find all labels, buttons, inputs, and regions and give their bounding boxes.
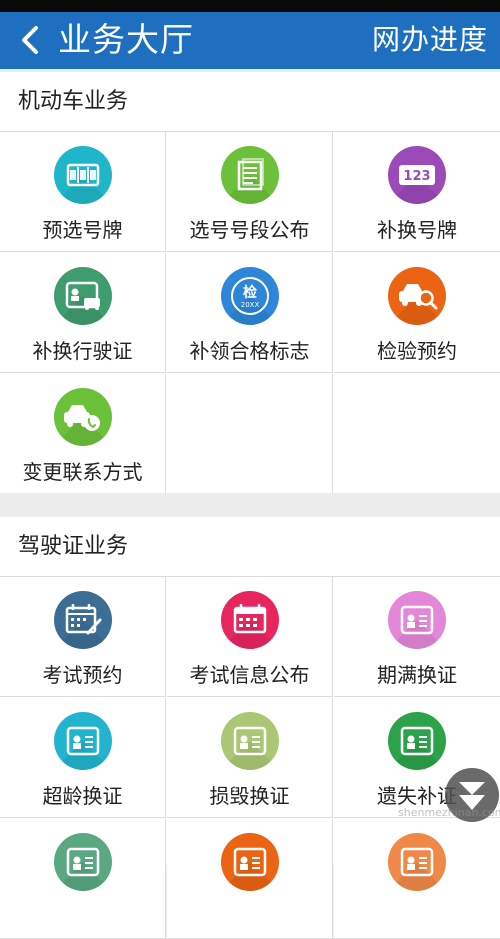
service-label: 选号号段公布 xyxy=(189,218,310,242)
section-title: 机动车业务 xyxy=(0,72,500,132)
service-tile[interactable]: 123 补换号牌 xyxy=(334,132,500,252)
page-title: 业务大厅 xyxy=(58,20,194,59)
service-tile[interactable] xyxy=(167,819,333,939)
service-tile[interactable]: 超龄换证 xyxy=(0,698,166,818)
service-label: 补换行驶证 xyxy=(32,339,133,363)
service-tile[interactable]: 考试预约 xyxy=(0,577,166,697)
service-label: 预选号牌 xyxy=(42,218,123,242)
service-tile[interactable]: 检 20XX 补领合格标志 xyxy=(167,253,333,373)
license-card-icon xyxy=(53,833,112,891)
service-tile[interactable] xyxy=(0,819,166,939)
license-card-icon xyxy=(220,712,279,770)
service-label: 考试预约 xyxy=(42,663,123,687)
svg-text:123: 123 xyxy=(403,169,430,184)
service-tile[interactable] xyxy=(334,819,500,939)
app-header: 业务大厅 网办进度 xyxy=(0,12,500,69)
service-label: 检验预约 xyxy=(377,339,457,363)
service-label: 损毁换证 xyxy=(209,784,290,808)
service-label: 补换号牌 xyxy=(377,218,457,242)
service-tile[interactable]: 考试信息公布 xyxy=(167,577,333,697)
license-card-icon xyxy=(53,712,112,770)
service-label: 变更联系方式 xyxy=(22,460,143,484)
service-tile[interactable]: 选号号段公布 xyxy=(167,132,333,252)
car-phone-icon xyxy=(53,388,112,446)
svg-text:检: 检 xyxy=(243,284,257,301)
license-card-icon xyxy=(388,591,446,649)
service-label: 超龄换证 xyxy=(42,784,123,808)
empty-tile xyxy=(334,374,500,494)
license-card-icon xyxy=(388,833,446,891)
service-label: 补领合格标志 xyxy=(189,339,310,363)
back-arrow-icon[interactable] xyxy=(16,24,44,56)
plate-123-icon: 123 xyxy=(388,146,446,204)
service-tile[interactable]: 期满换证 xyxy=(334,577,500,697)
service-tile[interactable]: 损毁换证 xyxy=(167,698,333,818)
license-card-icon xyxy=(220,833,279,891)
status-bar xyxy=(0,0,500,12)
section-title: 驾驶证业务 xyxy=(0,517,500,577)
watermark: shenmezhinan.com xyxy=(398,806,500,819)
plate-select-icon xyxy=(53,146,112,204)
section-divider xyxy=(0,493,500,517)
calendar-icon xyxy=(220,591,279,649)
license-car-icon xyxy=(53,267,112,325)
service-label: 考试信息公布 xyxy=(189,663,310,687)
car-search-icon xyxy=(388,267,446,325)
service-tile[interactable]: 变更联系方式 xyxy=(0,374,166,494)
service-tile[interactable]: 检验预约 xyxy=(334,253,500,373)
svg-text:20XX: 20XX xyxy=(240,301,259,309)
document-icon xyxy=(220,146,279,204)
service-tile[interactable]: 补换行驶证 xyxy=(0,253,166,373)
calendar-pen-icon xyxy=(53,591,112,649)
service-label: 期满换证 xyxy=(377,663,457,687)
vehicle-section: 机动车业务 预选号牌 选号号段公布 123 补换号牌 补换行驶证 检 20XX … xyxy=(0,72,500,494)
license-card-icon xyxy=(388,712,446,770)
empty-tile xyxy=(167,374,333,494)
online-progress-link[interactable]: 网办进度 xyxy=(372,20,488,60)
service-tile[interactable]: 预选号牌 xyxy=(0,132,166,252)
inspection-badge-icon: 检 20XX xyxy=(220,267,279,325)
